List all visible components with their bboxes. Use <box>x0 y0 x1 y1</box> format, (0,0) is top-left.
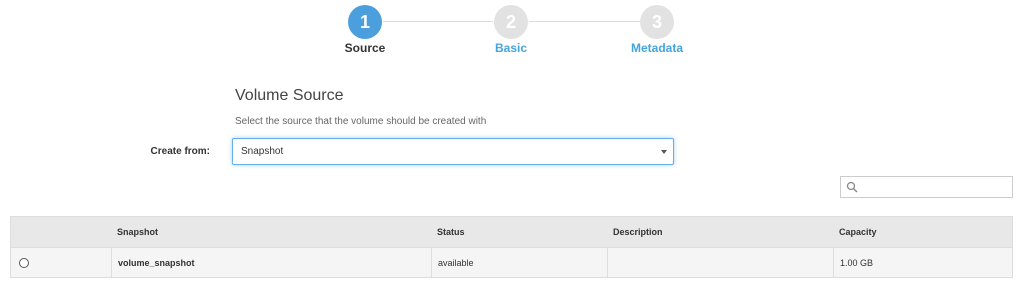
capacity-cell: 1.00 GB <box>833 248 1013 278</box>
column-header-snapshot: Snapshot <box>117 227 159 237</box>
table-row[interactable]: volume_snapshot available 1.00 GB <box>11 247 1013 278</box>
step-label: Metadata <box>630 41 683 55</box>
step-number: 2 <box>494 5 528 39</box>
column-header-capacity: Capacity <box>839 227 877 237</box>
status-cell: available <box>431 248 607 278</box>
description-cell <box>607 248 833 278</box>
search-icon <box>846 181 858 193</box>
table-header: Snapshot Status Description Capacity <box>11 217 1012 247</box>
select-cell <box>11 248 111 278</box>
step-metadata[interactable]: 3 Metadata <box>607 5 707 55</box>
create-from-selected-value: Snapshot <box>241 146 284 157</box>
section-title: Volume Source <box>235 87 344 104</box>
wizard-stepper: 1 Source 2 Basic 3 Metadata <box>0 0 1024 60</box>
section-description: Select the source that the volume should… <box>235 116 487 127</box>
column-header-description: Description <box>613 227 663 237</box>
search-input[interactable] <box>840 176 1013 198</box>
snapshot-name-cell: volume_snapshot <box>111 248 431 278</box>
step-basic[interactable]: 2 Basic <box>461 5 561 55</box>
column-header-status: Status <box>437 227 465 237</box>
create-from-select[interactable]: Snapshot <box>232 138 674 165</box>
snapshot-table: Snapshot Status Description Capacity vol… <box>10 216 1013 278</box>
create-from-label: Create from: <box>150 146 210 157</box>
step-label: Source <box>344 41 386 55</box>
step-source[interactable]: 1 Source <box>315 5 415 55</box>
caret-down-icon <box>661 150 667 154</box>
step-number: 3 <box>640 5 674 39</box>
row-select-radio[interactable] <box>19 258 29 268</box>
step-number: 1 <box>348 5 382 39</box>
step-label: Basic <box>494 41 528 55</box>
